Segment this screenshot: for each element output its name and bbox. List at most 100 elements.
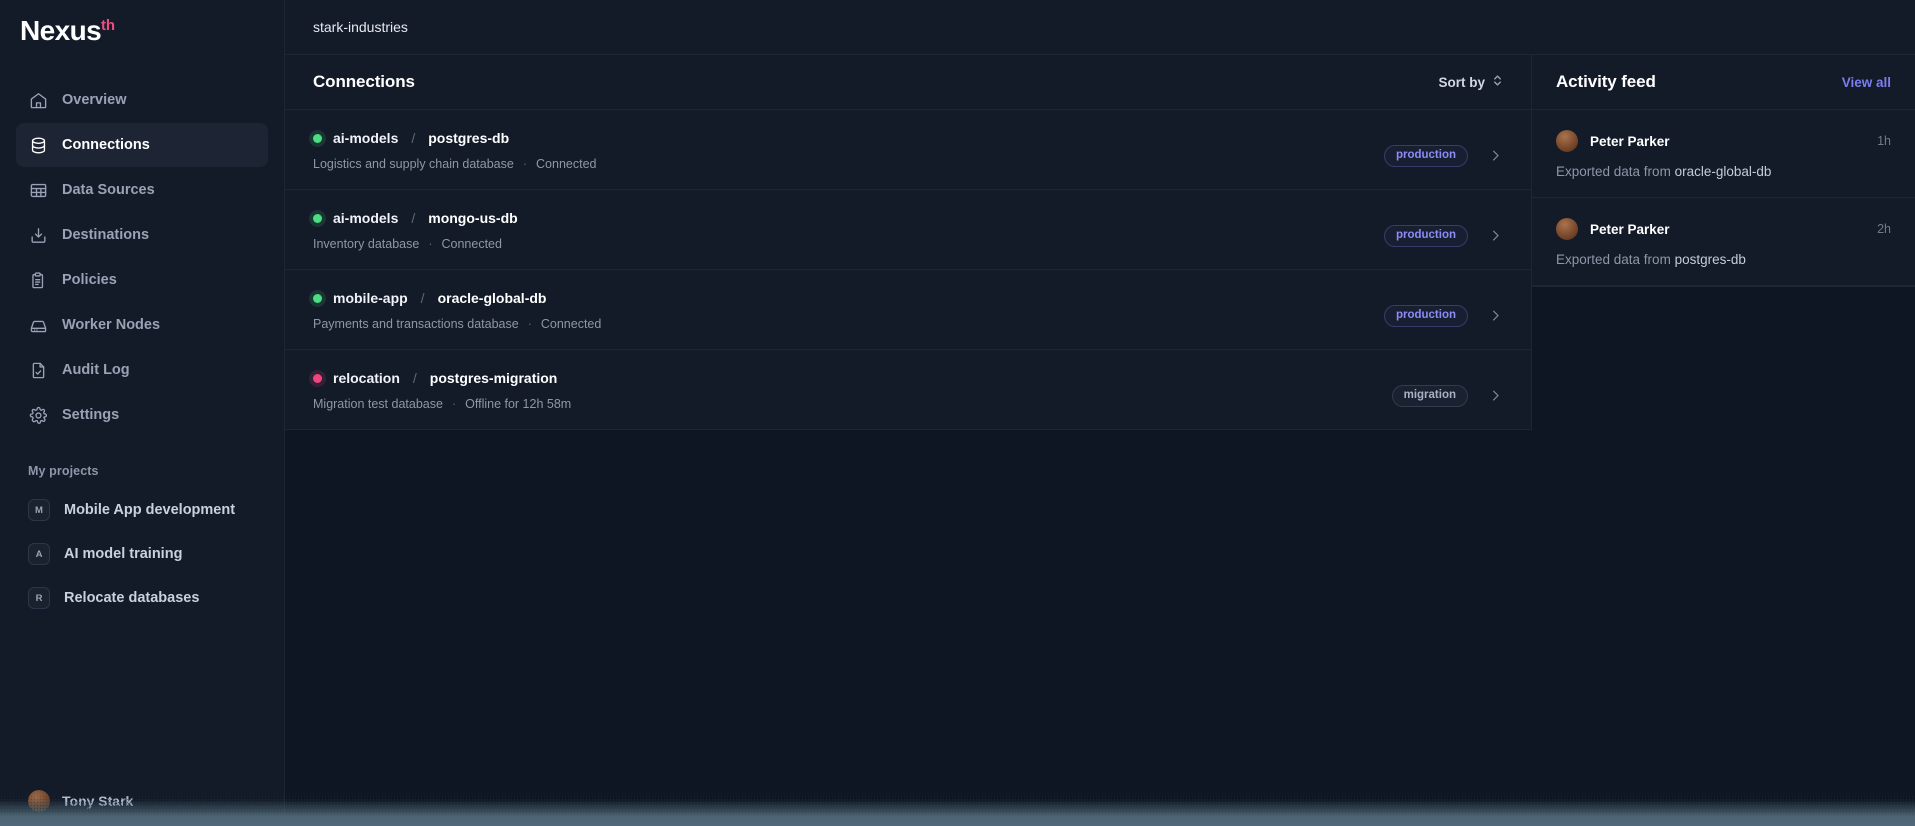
activity-feed-header: Activity feed View all bbox=[1532, 55, 1915, 110]
activity-timestamp: 1h bbox=[1877, 134, 1891, 148]
separator: / bbox=[420, 290, 425, 306]
page-title: Connections bbox=[313, 72, 415, 91]
logo[interactable]: Nexusth bbox=[0, 6, 284, 58]
connection-row[interactable]: ai-models / postgres-db Logistics and su… bbox=[285, 110, 1531, 190]
sidebar-item-label: Connections bbox=[62, 137, 150, 153]
sort-by-label: Sort by bbox=[1438, 74, 1485, 90]
meta-separator: · bbox=[428, 237, 433, 251]
sidebar-item-label: Destinations bbox=[62, 227, 150, 243]
activity-item-header: Peter Parker 2h bbox=[1556, 218, 1891, 240]
project-item-ai-model-training[interactable]: A AI model training bbox=[16, 532, 268, 576]
activity-item[interactable]: Peter Parker 2h Exported data from postg… bbox=[1532, 198, 1915, 286]
database-icon bbox=[28, 135, 48, 155]
connection-status: Offline for 12h 58m bbox=[465, 397, 572, 411]
project-item-label: Relocate databases bbox=[64, 590, 200, 606]
project-item-label: Mobile App development bbox=[64, 502, 236, 518]
connections-header: Connections Sort by bbox=[285, 55, 1531, 110]
status-dot-offline-icon bbox=[313, 373, 322, 383]
sort-chevron-icon bbox=[1492, 73, 1503, 91]
chevron-right-icon[interactable] bbox=[1488, 228, 1503, 243]
connection-database: oracle-global-db bbox=[437, 290, 547, 306]
connection-row-actions: production bbox=[1383, 144, 1503, 168]
connection-namespace: ai-models bbox=[333, 210, 399, 226]
connection-database: postgres-db bbox=[428, 130, 510, 146]
connection-meta: Migration test database · Offline for 12… bbox=[313, 397, 1503, 411]
connection-row-actions: migration bbox=[1391, 384, 1503, 408]
connection-row[interactable]: ai-models / mongo-us-db Inventory databa… bbox=[285, 190, 1531, 270]
status-badge: production bbox=[1383, 304, 1468, 328]
sidebar-item-label: Settings bbox=[62, 407, 120, 423]
connection-namespace: mobile-app bbox=[333, 290, 408, 306]
breadcrumb[interactable]: stark-industries bbox=[313, 19, 408, 35]
meta-separator: · bbox=[522, 157, 528, 171]
sidebar-item-settings[interactable]: Settings bbox=[16, 393, 268, 437]
avatar bbox=[28, 790, 50, 812]
separator: / bbox=[411, 210, 416, 226]
activity-target: postgres-db bbox=[1674, 252, 1746, 267]
activity-action: Exported data from bbox=[1556, 252, 1671, 267]
sidebar-item-label: Worker Nodes bbox=[62, 317, 161, 333]
connection-description: Logistics and supply chain database bbox=[313, 157, 514, 171]
status-badge: production bbox=[1383, 144, 1468, 168]
sidebar-item-audit-log[interactable]: Audit Log bbox=[16, 348, 268, 392]
clipboard-icon bbox=[28, 270, 48, 290]
activity-feed-title: Activity feed bbox=[1556, 72, 1656, 91]
meta-separator: · bbox=[527, 317, 532, 331]
chevron-right-icon[interactable] bbox=[1488, 388, 1503, 403]
chevron-right-icon[interactable] bbox=[1488, 308, 1503, 323]
sidebar-item-data-sources[interactable]: Data Sources bbox=[16, 168, 268, 212]
activity-timestamp: 2h bbox=[1877, 222, 1891, 236]
connection-namespace: relocation bbox=[333, 370, 400, 386]
activity-user-name: Peter Parker bbox=[1590, 133, 1670, 149]
connection-identity: relocation / postgres-migration bbox=[313, 370, 1503, 386]
topbar: stark-industries bbox=[285, 0, 1915, 55]
project-initial-badge: R bbox=[28, 587, 50, 609]
current-user-name: Tony Stark bbox=[62, 793, 134, 809]
sidebar-item-policies[interactable]: Policies bbox=[16, 258, 268, 302]
sidebar-item-label: Policies bbox=[62, 272, 117, 288]
project-item-label: AI model training bbox=[64, 546, 183, 562]
connection-database: mongo-us-db bbox=[428, 210, 518, 226]
connection-row[interactable]: mobile-app / oracle-global-db Payments a… bbox=[285, 270, 1531, 350]
connection-identity: ai-models / postgres-db bbox=[313, 130, 1503, 146]
sidebar-item-worker-nodes[interactable]: Worker Nodes bbox=[16, 303, 268, 347]
connection-namespace: ai-models bbox=[333, 130, 399, 146]
avatar bbox=[1556, 130, 1578, 152]
sidebar-nav: Overview Connections Data Sources Destin… bbox=[0, 58, 284, 437]
status-badge: production bbox=[1383, 224, 1468, 248]
sidebar-item-connections[interactable]: Connections bbox=[16, 123, 268, 167]
sidebar-item-label: Data Sources bbox=[62, 182, 155, 198]
view-all-link[interactable]: View all bbox=[1842, 75, 1891, 90]
activity-item[interactable]: Peter Parker 1h Exported data from oracl… bbox=[1532, 110, 1915, 198]
activity-item-header: Peter Parker 1h bbox=[1556, 130, 1891, 152]
gear-icon bbox=[28, 405, 48, 425]
connection-database: postgres-migration bbox=[429, 370, 558, 386]
sidebar-item-destinations[interactable]: Destinations bbox=[16, 213, 268, 257]
chevron-right-icon[interactable] bbox=[1488, 148, 1503, 163]
content-area: Connections Sort by ai-models / postgres… bbox=[285, 55, 1915, 826]
project-initial-badge: M bbox=[28, 499, 50, 521]
connection-meta: Payments and transactions database · Con… bbox=[313, 317, 1503, 331]
status-dot-online-icon bbox=[313, 213, 322, 223]
meta-separator: · bbox=[451, 397, 457, 411]
separator: / bbox=[412, 370, 417, 386]
connection-identity: ai-models / mongo-us-db bbox=[313, 210, 1503, 226]
project-item-mobile-app-development[interactable]: M Mobile App development bbox=[16, 488, 268, 532]
activity-target: oracle-global-db bbox=[1674, 164, 1772, 179]
connections-panel: Connections Sort by ai-models / postgres… bbox=[285, 55, 1532, 430]
connection-identity: mobile-app / oracle-global-db bbox=[313, 290, 1503, 306]
project-item-relocate-databases[interactable]: R Relocate databases bbox=[16, 576, 268, 620]
sidebar-item-overview[interactable]: Overview bbox=[16, 78, 268, 122]
connection-meta: Logistics and supply chain database · Co… bbox=[313, 157, 1503, 171]
sidebar-item-label: Audit Log bbox=[62, 362, 130, 378]
avatar bbox=[1556, 218, 1578, 240]
sort-by-button[interactable]: Sort by bbox=[1438, 73, 1503, 91]
activity-description: Exported data from postgres-db bbox=[1556, 252, 1891, 267]
table-icon bbox=[28, 180, 48, 200]
connection-row[interactable]: relocation / postgres-migration Migratio… bbox=[285, 350, 1531, 429]
projects-section-title: My projects bbox=[28, 464, 99, 478]
current-user[interactable]: Tony Stark bbox=[16, 790, 133, 812]
logo-superscript: th bbox=[101, 17, 115, 34]
status-dot-online-icon bbox=[313, 133, 322, 143]
connection-row-actions: production bbox=[1383, 304, 1503, 328]
